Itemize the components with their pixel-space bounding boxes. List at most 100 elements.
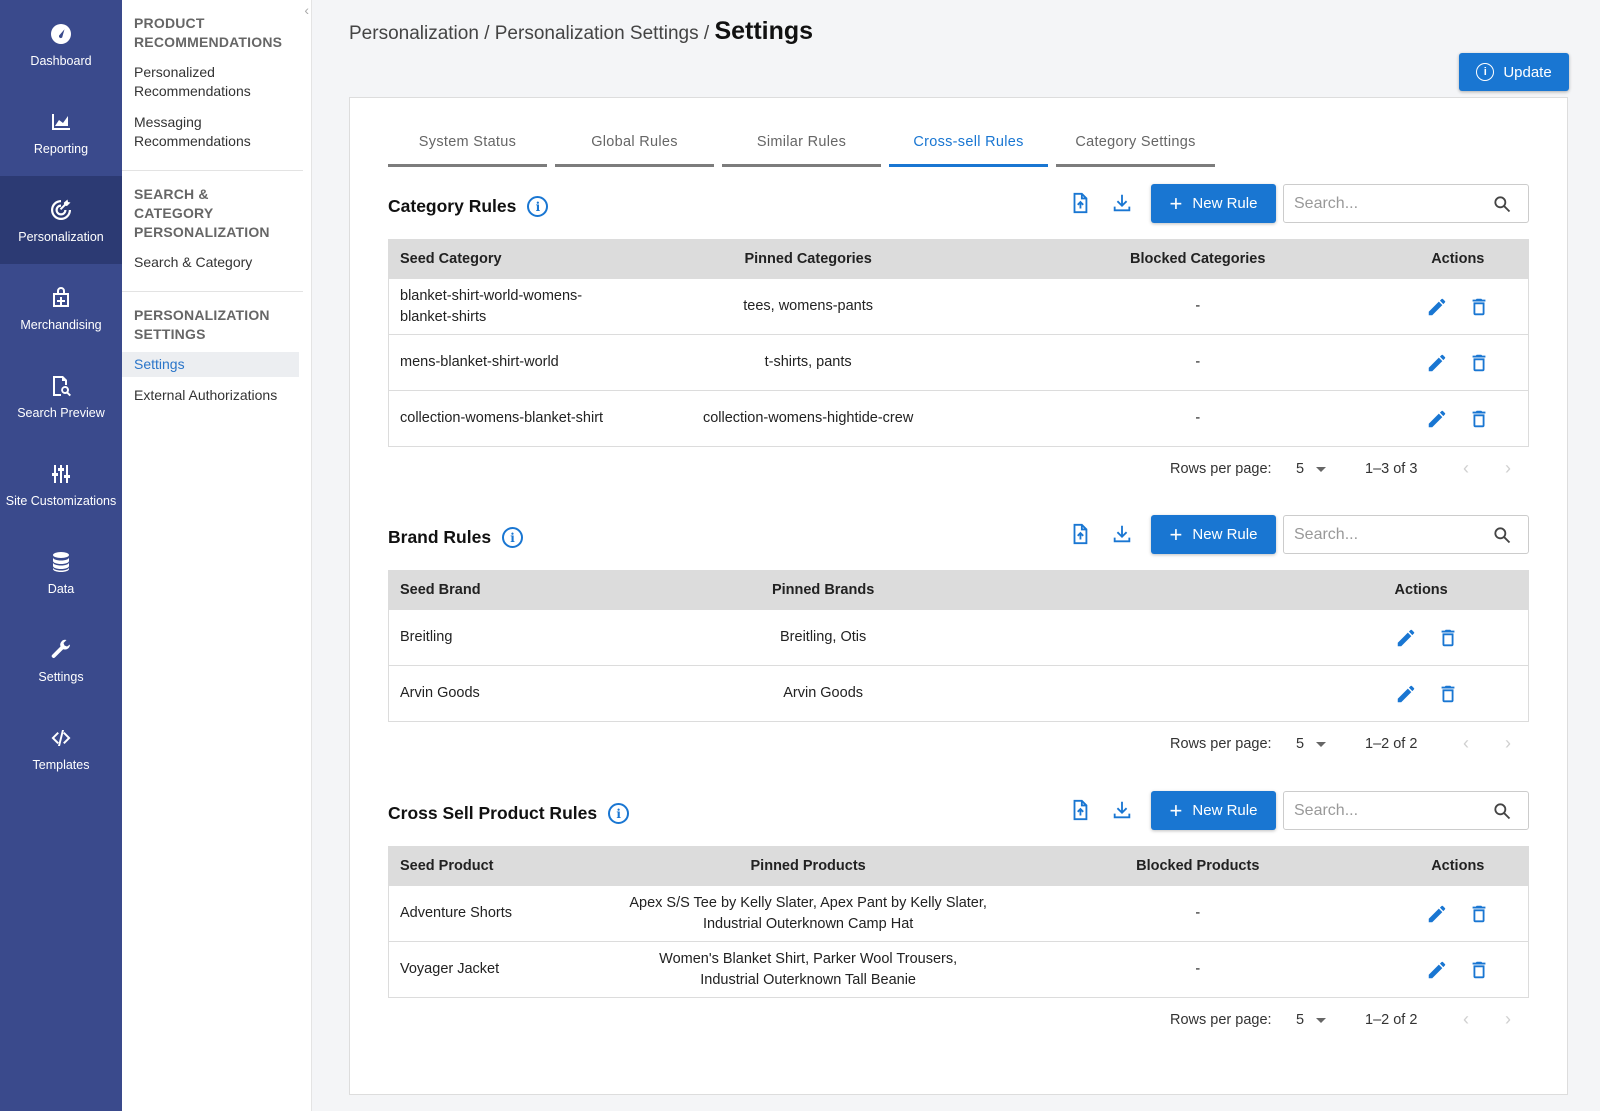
rows-per-page-value: 5: [1296, 736, 1305, 752]
column-header[interactable]: Pinned Brands: [608, 571, 1038, 610]
caret-down-icon: [1316, 741, 1327, 747]
search-field[interactable]: [1283, 515, 1529, 554]
chevron-right-icon[interactable]: ›: [1505, 458, 1511, 479]
section-title-text: Category Rules: [388, 196, 517, 216]
sub-link-personalized-recommendations[interactable]: Personalized Recommendations: [122, 60, 299, 104]
sub-link-settings[interactable]: Settings: [122, 352, 299, 377]
download-icon[interactable]: [1109, 190, 1135, 216]
nav-label: Site Customizations: [5, 494, 117, 508]
nav-merchandising[interactable]: Merchandising: [0, 264, 122, 352]
sub-section-product-recommendations: PRODUCT RECOMMENDATIONS Personalized Rec…: [122, 0, 303, 171]
seed-category-cell: mens-blanket-shirt-world: [400, 354, 559, 370]
breadcrumb-parents[interactable]: Personalization / Personalization Settin…: [349, 23, 714, 44]
column-header[interactable]: Pinned Products: [608, 847, 1008, 886]
search-icon[interactable]: [1492, 194, 1512, 214]
delete-icon[interactable]: [1467, 407, 1491, 431]
wrench-icon: [47, 636, 75, 664]
nav-templates[interactable]: Templates: [0, 704, 122, 792]
search-input[interactable]: [1284, 516, 1474, 553]
column-header-empty: [1038, 571, 1388, 610]
edit-icon[interactable]: [1425, 902, 1449, 926]
column-header: Actions: [1431, 858, 1485, 874]
tab-category-settings[interactable]: Category Settings: [1056, 120, 1215, 167]
new-rule-button[interactable]: + New Rule: [1151, 515, 1276, 554]
table-row: Adventure Shorts Apex S/S Tee by Kelly S…: [388, 885, 1529, 942]
info-icon[interactable]: i: [502, 527, 524, 548]
delete-icon[interactable]: [1467, 902, 1491, 926]
upload-file-icon[interactable]: [1067, 190, 1093, 216]
rows-per-page-select[interactable]: 5: [1296, 461, 1327, 477]
plus-icon: +: [1169, 797, 1183, 823]
delete-icon[interactable]: [1467, 958, 1491, 982]
edit-icon[interactable]: [1425, 351, 1449, 375]
pagination: Rows per page: 5 1–3 of 3 ‹ ›: [388, 454, 1529, 484]
rows-per-page-select[interactable]: 5: [1296, 1012, 1327, 1028]
bag-icon: [47, 284, 75, 312]
sub-link-search-category[interactable]: Search & Category: [122, 250, 299, 275]
search-field[interactable]: [1283, 184, 1529, 223]
nav-reporting[interactable]: Reporting: [0, 88, 122, 176]
search-icon[interactable]: [1492, 525, 1512, 545]
edit-icon[interactable]: [1394, 626, 1418, 650]
nav-search-preview[interactable]: Search Preview: [0, 352, 122, 440]
brand-rules-table: Seed Brand Pinned Brands Actions Breitli…: [388, 570, 1529, 722]
column-header[interactable]: Blocked Categories: [1008, 240, 1388, 279]
chevron-left-icon[interactable]: ‹: [304, 2, 309, 18]
nav-settings[interactable]: Settings: [0, 616, 122, 704]
delete-icon[interactable]: [1467, 295, 1491, 319]
sub-link-external-authorizations[interactable]: External Authorizations: [122, 383, 299, 408]
nav-dashboard[interactable]: Dashboard: [0, 0, 122, 88]
sub-link-messaging-recommendations[interactable]: Messaging Recommendations: [122, 110, 299, 154]
tab-global-rules[interactable]: Global Rules: [555, 120, 714, 167]
tab-system-status[interactable]: System Status: [388, 120, 547, 167]
left-nav: Dashboard Reporting Personalization Merc…: [0, 0, 122, 1111]
edit-icon[interactable]: [1425, 295, 1449, 319]
rows-per-page-select[interactable]: 5: [1296, 736, 1327, 752]
nav-personalization[interactable]: Personalization: [0, 176, 122, 264]
edit-icon[interactable]: [1394, 682, 1418, 706]
column-header[interactable]: Pinned Categories: [608, 240, 1008, 279]
edit-icon[interactable]: [1425, 407, 1449, 431]
rows-per-page-value: 5: [1296, 461, 1305, 477]
nav-data[interactable]: Data: [0, 528, 122, 616]
dashboard-icon: [47, 20, 75, 48]
tab-cross-sell-rules[interactable]: Cross-sell Rules: [889, 120, 1048, 167]
search-preview-icon: [47, 372, 75, 400]
search-field[interactable]: [1283, 791, 1529, 830]
column-header[interactable]: Seed Product: [389, 847, 609, 886]
chevron-left-icon[interactable]: ‹: [1463, 733, 1469, 754]
download-icon[interactable]: [1109, 521, 1135, 547]
upload-file-icon[interactable]: [1067, 797, 1093, 823]
search-input[interactable]: [1284, 792, 1474, 829]
delete-icon[interactable]: [1436, 682, 1460, 706]
nav-label: Search Preview: [17, 406, 105, 420]
search-icon[interactable]: [1492, 801, 1512, 821]
info-icon[interactable]: i: [608, 803, 630, 824]
new-rule-button[interactable]: + New Rule: [1151, 184, 1276, 223]
table-row: mens-blanket-shirt-world t-shirts, pants…: [388, 334, 1529, 391]
chevron-right-icon[interactable]: ›: [1505, 1009, 1511, 1030]
seed-category-cell: collection-womens-blanket-shirt: [400, 410, 604, 426]
upload-file-icon[interactable]: [1067, 521, 1093, 547]
column-header[interactable]: Seed Brand: [389, 571, 609, 610]
delete-icon[interactable]: [1436, 626, 1460, 650]
column-header[interactable]: Blocked Products: [1008, 847, 1388, 886]
settings-card: System Status Global Rules Similar Rules…: [349, 97, 1568, 1095]
table-row: Breitling Breitling, Otis: [388, 609, 1529, 666]
chevron-left-icon[interactable]: ‹: [1463, 458, 1469, 479]
edit-icon[interactable]: [1425, 958, 1449, 982]
update-button[interactable]: i Update: [1459, 53, 1569, 91]
seed-product-cell: Adventure Shorts: [400, 905, 513, 921]
column-header: Actions: [1394, 582, 1448, 598]
search-input[interactable]: [1284, 185, 1474, 222]
download-icon[interactable]: [1109, 797, 1135, 823]
column-header[interactable]: Seed Category: [389, 240, 609, 279]
nav-site-customizations[interactable]: Site Customizations: [0, 440, 122, 528]
chevron-left-icon[interactable]: ‹: [1463, 1009, 1469, 1030]
info-icon[interactable]: i: [527, 196, 549, 217]
delete-icon[interactable]: [1467, 351, 1491, 375]
chevron-right-icon[interactable]: ›: [1505, 733, 1511, 754]
new-rule-button[interactable]: + New Rule: [1151, 791, 1276, 830]
tab-similar-rules[interactable]: Similar Rules: [722, 120, 881, 167]
table-row: Voyager Jacket Women's Blanket Shirt, Pa…: [388, 941, 1529, 998]
